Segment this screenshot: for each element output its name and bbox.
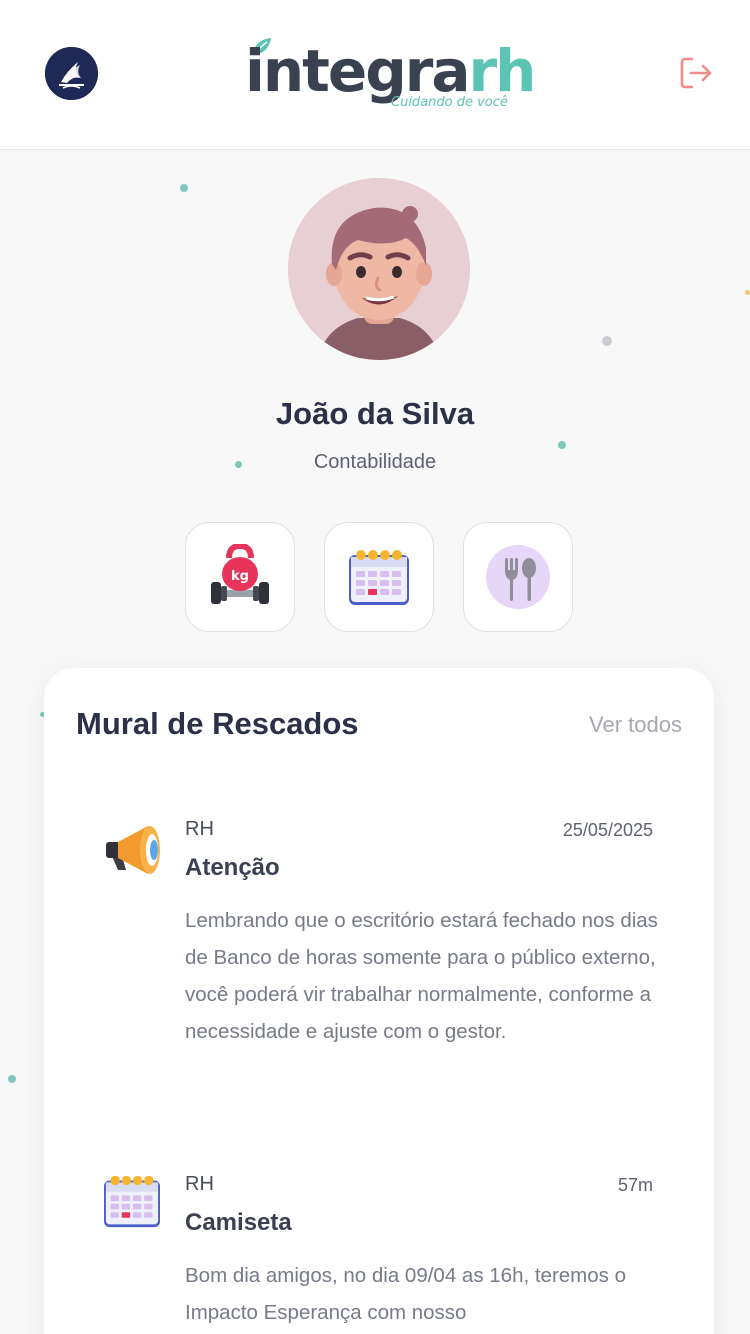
confetti-dot [180,184,188,192]
avatar[interactable] [288,178,470,360]
post-sender: RH [185,818,214,840]
post-title: Camiseta [185,1209,292,1236]
post-body: Bom dia amigos, no dia 09/04 as 16h, ter… [185,1264,627,1324]
post-body: Lembrando que o escritório estará fechad… [185,909,658,1043]
quick-action-nutrition[interactable] [463,522,573,632]
confetti-dot [558,441,566,449]
mural-title: Mural de Rescados [76,706,359,741]
fork-spoon-icon [486,545,550,609]
logout-button[interactable] [678,55,714,91]
see-all-link[interactable]: Ver todos [589,712,682,738]
post-time: 57m [617,1175,653,1195]
svg-text:kg: kg [231,569,249,584]
calendar-icon [104,1175,160,1228]
kettlebell-icon: kg [211,544,269,604]
brand-tagline: Cuidando de você [391,95,508,110]
calendar-icon [349,550,409,605]
confetti-dot [8,1075,16,1083]
post-icon [102,1173,166,1237]
mural-card: Mural de Rescados Ver todos RH 25/05/202… [44,668,714,1334]
confetti-dot [745,290,750,295]
quick-action-calendar[interactable] [324,522,434,632]
confetti-dot [602,336,612,346]
megaphone-icon [106,826,160,874]
post-sender: RH [185,1173,214,1195]
post-icon [102,818,166,882]
user-avatar-image [288,178,470,360]
user-department: Contabilidade [313,451,437,473]
post-title: Atenção [185,854,280,881]
brand-logo: integrarh Cuidando de você [245,34,536,114]
org-logo [45,47,98,100]
post-date: 25/05/2025 [562,820,653,840]
user-name: João da Silva [275,396,475,431]
quick-action-fitness[interactable]: kg [185,522,295,632]
app-header: integrarh Cuidando de você [0,0,750,150]
logout-icon [680,57,712,89]
church-flame-logo-icon [45,47,98,100]
